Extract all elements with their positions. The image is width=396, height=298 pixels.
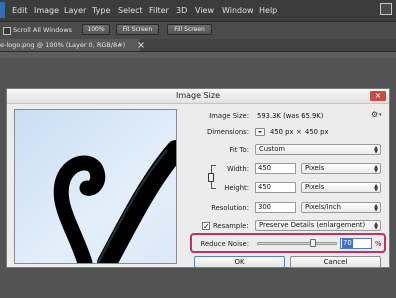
menu-view[interactable]: View	[195, 6, 214, 15]
menu-edit[interactable]: Edit	[12, 6, 28, 15]
document-tab-label: e-logo.png @ 100% (Layer 0, RGB/8#)	[0, 41, 126, 49]
image-size-dialog: Image Size × Image Size: 593.3K (was 65.…	[6, 88, 390, 268]
menu-filter[interactable]: Filter	[149, 6, 169, 15]
image-size-value: 593.3K (was 65.9K)	[257, 112, 324, 120]
resolution-unit-select[interactable]: Pixels/Inch ▲ ▼	[301, 202, 381, 213]
scroll-all-windows-checkbox[interactable]	[3, 27, 11, 35]
options-bar: Scroll All Windows 100% Fit Screen Fill …	[0, 21, 396, 40]
width-unit-select[interactable]: Pixels ▲ ▼	[301, 163, 381, 174]
menu-window[interactable]: Window	[222, 6, 254, 15]
fit-to-select[interactable]: Custom ▲ ▼	[255, 144, 381, 155]
preview-logo-image	[15, 110, 176, 263]
resolution-input[interactable]: 300	[255, 202, 296, 213]
reduce-noise-slider-thumb[interactable]	[310, 239, 316, 247]
dimensions-width-value: 450 px	[270, 128, 294, 136]
dimensions-times-sign: ×	[296, 128, 302, 136]
dimensions-height-value: 450 px	[305, 128, 329, 136]
menu-layer[interactable]: Layer	[64, 6, 86, 15]
reduce-noise-selected-value: 70	[342, 239, 353, 248]
canvas-ruler	[0, 52, 396, 58]
select-arrows-icon: ▲ ▼	[374, 203, 378, 213]
fill-screen-button[interactable]: Fill Screen	[167, 24, 212, 35]
app-logo	[0, 2, 5, 18]
fit-to-label: Fit To:	[229, 146, 249, 154]
resample-value: Preserve Details (enlargement)	[259, 221, 366, 229]
select-arrows-icon: ▲ ▼	[374, 164, 378, 174]
reduce-noise-slider-track[interactable]	[257, 242, 337, 245]
menu-type[interactable]: Type	[92, 6, 110, 15]
scroll-all-windows-label: Scroll All Windows	[13, 26, 73, 34]
reduce-noise-unit: %	[375, 240, 382, 248]
dimensions-label: Dimensions:	[207, 128, 249, 136]
fit-screen-button[interactable]: Fit Screen	[116, 24, 159, 35]
width-unit-value: Pixels	[305, 164, 325, 172]
gear-icon[interactable]: ⚙	[371, 110, 378, 119]
menu-select[interactable]: Select	[118, 6, 143, 15]
document-tab-bar: e-logo.png @ 100% (Layer 0, RGB/8#)	[0, 39, 396, 52]
resolution-label: Resolution:	[211, 204, 249, 212]
gear-menu-arrow-icon: ▾	[379, 112, 382, 118]
height-unit-select[interactable]: Pixels ▲ ▼	[301, 182, 381, 193]
dialog-title: Image Size	[175, 91, 221, 100]
height-unit-value: Pixels	[305, 183, 325, 191]
cancel-button[interactable]: Cancel	[290, 256, 381, 268]
width-label: Width:	[226, 165, 249, 173]
restore-window-icon[interactable]	[380, 3, 392, 15]
resample-select[interactable]: Preserve Details (enlargement) ▲ ▼	[255, 220, 381, 231]
menu-bar: Edit Image Layer Type Select Filter 3D V…	[0, 0, 396, 21]
ok-button[interactable]: OK	[194, 256, 285, 268]
document-tab[interactable]: e-logo.png @ 100% (Layer 0, RGB/8#)	[0, 39, 140, 51]
image-preview[interactable]	[14, 109, 177, 264]
height-label: Height:	[224, 184, 249, 192]
dialog-titlebar[interactable]: Image Size ×	[7, 89, 389, 104]
image-size-label: Image Size:	[209, 112, 249, 120]
close-icon[interactable]: ×	[370, 91, 386, 101]
reduce-noise-label: Reduce Noise:	[200, 240, 249, 248]
menu-3d[interactable]: 3D	[176, 6, 187, 15]
resolution-unit-value: Pixels/Inch	[305, 203, 341, 211]
select-arrows-icon: ▲ ▼	[374, 183, 378, 193]
height-input[interactable]: 450	[255, 182, 296, 193]
resample-label: Resample:	[213, 222, 249, 230]
link-icon[interactable]	[208, 173, 214, 182]
select-arrows-icon: ▲ ▼	[374, 145, 378, 155]
zoom-100-button[interactable]: 100%	[82, 24, 110, 35]
fit-to-value: Custom	[259, 145, 286, 153]
select-arrows-icon: ▲ ▼	[374, 221, 378, 231]
reduce-noise-input[interactable]: 70	[340, 238, 372, 249]
width-input[interactable]: 450	[255, 163, 296, 174]
menu-help[interactable]: Help	[259, 6, 277, 15]
dimensions-unit-dropdown[interactable]	[255, 128, 265, 136]
chevron-down-icon	[258, 131, 262, 133]
resample-checkbox[interactable]: ✓	[202, 222, 210, 231]
close-tab-icon[interactable]	[138, 42, 144, 48]
menu-image[interactable]: Image	[34, 6, 59, 15]
